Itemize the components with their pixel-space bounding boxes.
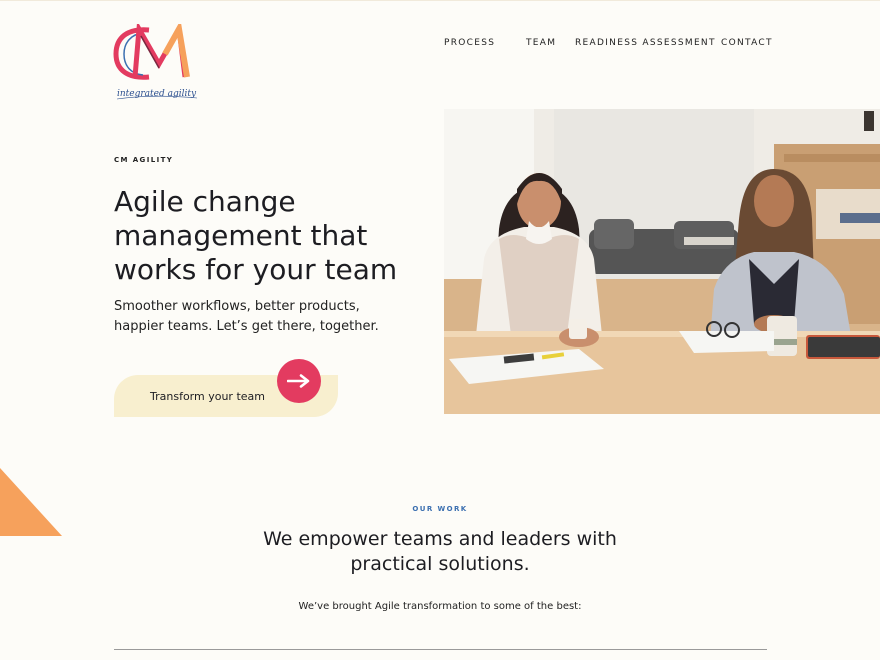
transform-your-team-button[interactable]: Transform your team (114, 359, 338, 417)
hero-subtitle: Smoother workflows, better products, hap… (114, 299, 379, 334)
brand-logo[interactable]: integrated agility (113, 24, 205, 102)
nav-process[interactable]: PROCESS (444, 38, 495, 48)
hero-photo (444, 109, 880, 414)
our-work-title: We empower teams and leaders with practi… (263, 528, 617, 575)
section-divider (114, 649, 767, 650)
main-nav: PROCESS TEAM READINESS ASSESSMENT CONTAC… (0, 38, 880, 50)
our-work-eyebrow: OUR WORK (412, 505, 468, 513)
top-border (0, 0, 880, 1)
cta-label: Transform your team (150, 390, 265, 403)
cta-arrow-circle[interactable] (277, 359, 321, 403)
nav-readiness-assessment[interactable]: READINESS ASSESSMENT (575, 38, 716, 48)
nav-contact[interactable]: CONTACT (721, 38, 773, 48)
our-work-subtitle: We’ve brought Agile transformation to so… (298, 601, 582, 612)
cm-logo-icon: integrated agility (113, 24, 198, 100)
orange-triangle-decoration (0, 468, 62, 536)
nav-team[interactable]: TEAM (526, 38, 556, 48)
hero-eyebrow: CM AGILITY (114, 156, 174, 164)
hero-title: Agile change management that works for y… (114, 185, 398, 286)
arrow-right-icon (287, 374, 310, 388)
